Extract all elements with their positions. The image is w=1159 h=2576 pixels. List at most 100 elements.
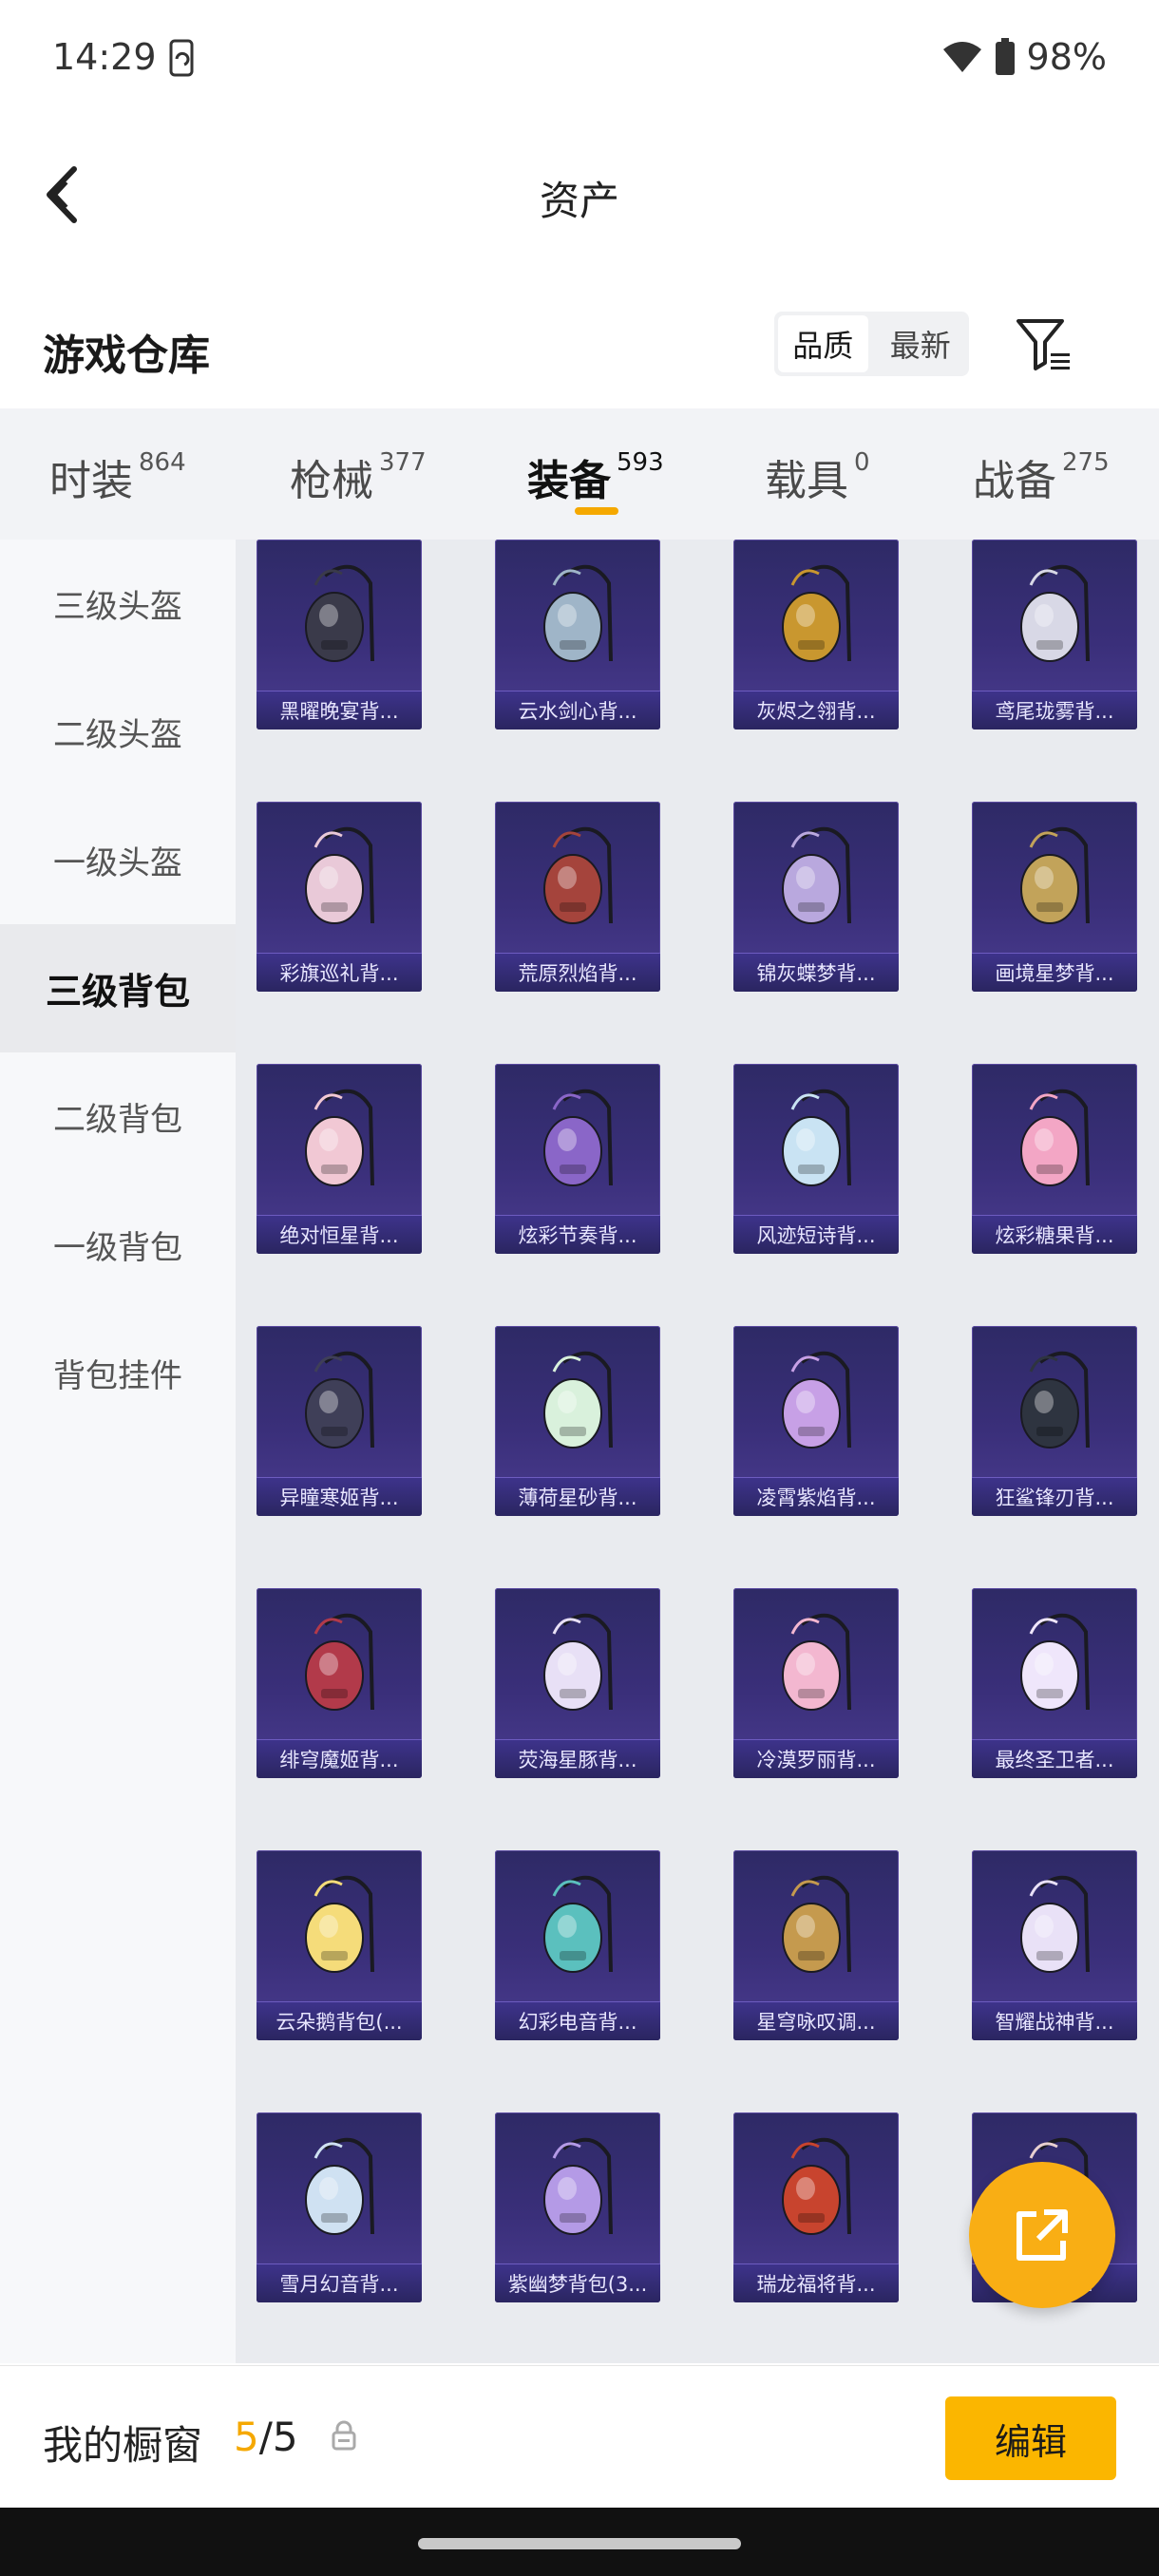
backpack-item-card[interactable]: 荧海星豚背... [495, 1588, 660, 1778]
tab-label: 载具 [765, 457, 848, 505]
backpack-icon [782, 564, 851, 662]
sidebar-item-helmet-3[interactable]: 三级头盔 [0, 540, 236, 668]
backpack-icon [305, 826, 374, 924]
tab-fashion[interactable]: 时装 864 [49, 446, 186, 507]
backpack-item-card[interactable]: 灰烬之翎背... [733, 540, 899, 729]
item-name: 凌霄紫焰背... [733, 1477, 899, 1516]
backpack-icon [782, 1613, 851, 1711]
backpack-item-card[interactable]: 画境星梦背... [972, 802, 1137, 992]
sidebar-item-backpack-2[interactable]: 二级背包 [0, 1052, 236, 1181]
sort-toggle: 品质 最新 [774, 312, 969, 376]
item-grid: 黑曜晚宴背... 云水剑心背... 灰烬之翎背... 鸢尾珑雾背... 彩旗巡礼背...… [256, 540, 1137, 2302]
tab-label: 装备 [527, 457, 611, 505]
backpack-item-card[interactable]: 最终圣卫者... [972, 1588, 1137, 1778]
backpack-item-card[interactable]: 幻彩电音背... [495, 1850, 660, 2040]
section-title: 游戏仓库 [43, 331, 210, 380]
backpack-icon [1020, 1875, 1090, 1973]
item-name: 薄荷星砂背... [495, 1477, 660, 1516]
backpack-item-card[interactable]: 异瞳寒姬背... [256, 1326, 422, 1516]
backpack-item-card[interactable]: 鸢尾珑雾背... [972, 540, 1137, 729]
share-icon [1016, 2209, 1068, 2261]
tab-weapons[interactable]: 枪械 377 [290, 446, 427, 507]
backpack-item-card[interactable]: 冷漠罗丽背... [733, 1588, 899, 1778]
backpack-icon [782, 2137, 851, 2235]
home-handle[interactable] [418, 2538, 741, 2549]
item-name: 瑞龙福将背... [733, 2263, 899, 2302]
header: 资产 [0, 142, 1159, 247]
backpack-item-card[interactable]: 云水剑心背... [495, 540, 660, 729]
item-name: 炫彩糖果背... [972, 1215, 1137, 1254]
backpack-icon [305, 1613, 374, 1711]
backpack-item-card[interactable]: 炫彩节奏背... [495, 1064, 660, 1254]
battery-level: 98% [1026, 36, 1107, 78]
backpack-item-card[interactable]: 凌霄紫焰背... [733, 1326, 899, 1516]
sort-newest-button[interactable]: 最新 [876, 315, 966, 372]
tab-count: 0 [854, 448, 870, 477]
item-name: 绝对恒星背... [256, 1215, 422, 1254]
tab-count: 593 [617, 448, 664, 477]
item-name: 风迹短诗背... [733, 1215, 899, 1254]
battery-icon [995, 38, 1015, 75]
backpack-item-card[interactable]: 黑曜晚宴背... [256, 540, 422, 729]
backpack-icon [1020, 826, 1090, 924]
filter-icon[interactable] [1015, 315, 1074, 374]
backpack-item-card[interactable]: 紫幽梦背包(3... [495, 2112, 660, 2302]
backpack-item-card[interactable]: 雪月幻音背... [256, 2112, 422, 2302]
backpack-icon [305, 1089, 374, 1186]
backpack-item-card[interactable]: 风迹短诗背... [733, 1064, 899, 1254]
sidebar-item-backpack-3[interactable]: 三级背包 [0, 924, 236, 1052]
backpack-icon [782, 826, 851, 924]
backpack-icon [782, 1875, 851, 1973]
sidebar-item-helmet-1[interactable]: 一级头盔 [0, 796, 236, 924]
backpack-icon [543, 1613, 613, 1711]
backpack-icon [305, 1351, 374, 1449]
backpack-icon [543, 2137, 613, 2235]
backpack-icon [305, 1875, 374, 1973]
item-name: 智耀战神背... [972, 2001, 1137, 2040]
item-name: 鸢尾珑雾背... [972, 691, 1137, 729]
sidebar-item-backpack-1[interactable]: 一级背包 [0, 1181, 236, 1309]
backpack-icon [543, 564, 613, 662]
backpack-item-card[interactable]: 彩旗巡礼背... [256, 802, 422, 992]
backpack-item-card[interactable]: 绝对恒星背... [256, 1064, 422, 1254]
item-grid-area: 黑曜晚宴背... 云水剑心背... 灰烬之翎背... 鸢尾珑雾背... 彩旗巡礼背...… [236, 540, 1159, 2363]
share-fab-button[interactable] [969, 2162, 1115, 2308]
item-name: 彩旗巡礼背... [256, 953, 422, 992]
backpack-item-card[interactable]: 瑞龙福将背... [733, 2112, 899, 2302]
sort-quality-button[interactable]: 品质 [778, 315, 868, 372]
sidebar-item-helmet-2[interactable]: 二级头盔 [0, 668, 236, 796]
item-name: 灰烬之翎背... [733, 691, 899, 729]
backpack-item-card[interactable]: 锦灰蝶梦背... [733, 802, 899, 992]
backpack-item-card[interactable]: 云朵鹅背包(... [256, 1850, 422, 2040]
tab-count: 864 [139, 448, 186, 477]
backpack-item-card[interactable]: 炫彩糖果背... [972, 1064, 1137, 1254]
backpack-icon [1020, 1089, 1090, 1186]
backpack-item-card[interactable]: 薄荷星砂背... [495, 1326, 660, 1516]
tab-label: 时装 [49, 457, 133, 505]
backpack-icon [543, 1351, 613, 1449]
tab-equipment[interactable]: 装备 593 [527, 446, 664, 507]
backpack-item-card[interactable]: 智耀战神背... [972, 1850, 1137, 2040]
backpack-item-card[interactable]: 绯穹魔姬背... [256, 1588, 422, 1778]
tab-count: 377 [379, 448, 427, 477]
category-tabs: 时装 864 枪械 377 装备 593 载具 0 战备 275 [0, 408, 1159, 540]
backpack-item-card[interactable]: 荒原烈焰背... [495, 802, 660, 992]
item-name: 云朵鹅背包(... [256, 2001, 422, 2040]
wifi-icon [942, 42, 981, 72]
sidebar-item-backpack-charm[interactable]: 背包挂件 [0, 1309, 236, 1437]
item-name: 绯穹魔姬背... [256, 1739, 422, 1778]
backpack-icon [782, 1351, 851, 1449]
item-name: 紫幽梦背包(3... [495, 2263, 660, 2302]
subcategory-sidebar: 三级头盔 二级头盔 一级头盔 三级背包 二级背包 一级背包 背包挂件 [0, 540, 236, 2363]
backpack-item-card[interactable]: 星穹咏叹调... [733, 1850, 899, 2040]
active-tab-indicator [575, 507, 618, 515]
backpack-icon [305, 2137, 374, 2235]
tab-vehicles[interactable]: 载具 0 [765, 446, 870, 507]
backpack-icon [543, 1875, 613, 1973]
item-name: 冷漠罗丽背... [733, 1739, 899, 1778]
backpack-item-card[interactable]: 狂鲨锋刃背... [972, 1326, 1137, 1516]
edit-button[interactable]: 编辑 [945, 2396, 1116, 2480]
item-name: 幻彩电音背... [495, 2001, 660, 2040]
phone-activity-icon [169, 39, 194, 77]
tab-gear[interactable]: 战备 275 [973, 446, 1110, 507]
